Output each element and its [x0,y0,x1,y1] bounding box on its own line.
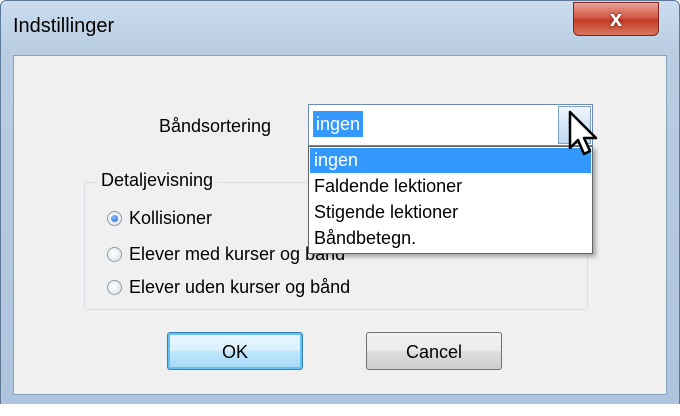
window-bottom-edge [0,404,680,416]
band-sort-dropdown-list[interactable]: ingen Faldende lektioner Stigende lektio… [308,146,593,254]
dropdown-option-faldende[interactable]: Faldende lektioner [310,174,591,199]
cancel-button-label: Cancel [405,342,463,362]
radio-circle-icon [107,280,122,295]
ok-button[interactable]: OK [167,332,303,370]
ok-button-label: OK [221,342,248,362]
radio-label: Kollisioner [129,208,213,228]
cancel-button[interactable]: Cancel [366,332,502,370]
band-sort-label: Båndsortering [159,116,272,136]
dropdown-option-baandbetegn[interactable]: Båndbetegn. [310,226,591,251]
title-bar[interactable]: Indstillinger x [1,1,679,53]
dropdown-option-ingen[interactable]: ingen [310,148,591,173]
radio-selected-dot-icon [111,215,118,222]
band-sort-combobox[interactable]: ingen [308,104,593,146]
close-button[interactable]: x [573,2,659,36]
radio-elever-uden-kurser[interactable]: Elever uden kurser og bånd [107,277,427,301]
close-icon: x [609,6,623,31]
detail-group-label: Detaljevisning [97,170,218,191]
band-sort-selected-value: ingen [313,111,364,137]
radio-circle-icon [107,211,122,226]
radio-circle-icon [107,247,122,262]
radio-label: Elever uden kurser og bånd [129,277,351,297]
mouse-pointer-icon [568,110,598,156]
window-title: Indstillinger [13,15,115,37]
dropdown-option-stigende[interactable]: Stigende lektioner [310,200,591,225]
